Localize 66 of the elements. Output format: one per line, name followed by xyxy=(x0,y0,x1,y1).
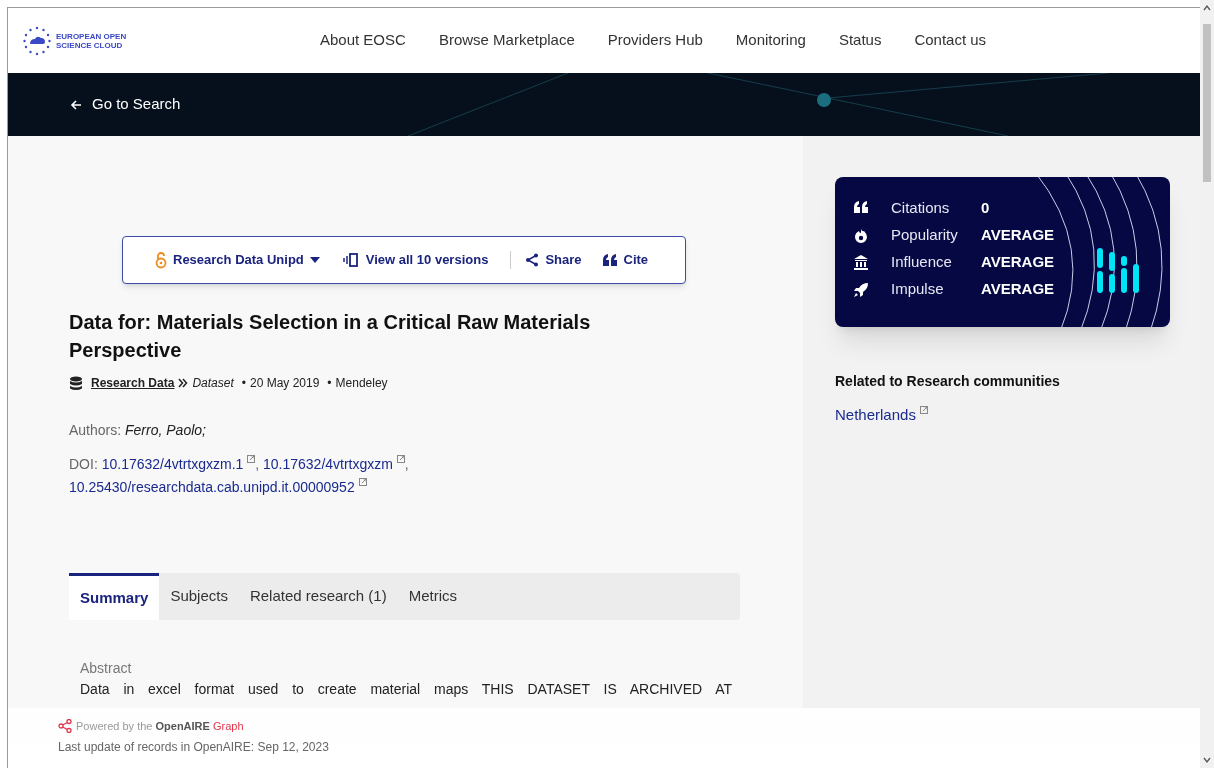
bank-icon xyxy=(853,255,869,270)
tab[interactable]: Related research (1) xyxy=(238,573,398,620)
doi-link[interactable]: 10.17632/4vtrtxgxzm.1 xyxy=(101,456,256,472)
powered-by-text: Powered by the OpenAIRE Graph xyxy=(76,719,244,734)
cite-button[interactable]: Cite xyxy=(601,250,649,270)
abstract-text: Data in excel format used to create material maps THIS DATASET IS ARCHIVED AT xyxy=(80,680,732,699)
open-access-lock-icon xyxy=(155,251,167,269)
logo-text: SCIENCE CLOUD xyxy=(56,40,124,50)
doi-link[interactable]: 10.25430/researchdata.cab.unipd.it.00000952 xyxy=(69,479,367,495)
bar-chart-logo-icon xyxy=(1097,248,1139,294)
metric-label: Impulse xyxy=(891,279,945,300)
caret-icon xyxy=(309,257,320,263)
scrollbar[interactable] xyxy=(1200,0,1214,768)
external-link-icon xyxy=(396,455,405,464)
nav-link[interactable]: Contact us xyxy=(914,29,987,52)
metric-label: Popularity xyxy=(891,225,959,246)
metric-label: Influence xyxy=(891,252,953,273)
tab[interactable]: Summary xyxy=(69,573,160,620)
community-link[interactable]: Netherlands xyxy=(835,404,1200,427)
metric-value: AVERAGE xyxy=(981,225,1055,246)
comma-text: , xyxy=(255,456,260,472)
logo-text: EUROPEAN OPEN xyxy=(56,31,127,41)
share-nodes-icon xyxy=(58,719,72,734)
type-link[interactable]: Research Data xyxy=(91,374,175,392)
versions-button[interactable]: View all 10 versions xyxy=(341,250,489,270)
eosc-logo-icon xyxy=(22,25,52,56)
nav-link[interactable]: Monitoring xyxy=(735,29,806,52)
external-link-icon xyxy=(920,406,929,414)
doi-link[interactable]: 10.17632/4vtrtxgxzm xyxy=(263,456,405,472)
subtype-text: Dataset xyxy=(192,375,234,392)
abstract-label: Abstract xyxy=(80,659,133,678)
publisher-text: Mendeley xyxy=(335,375,388,392)
communities-heading: Related to Research communities xyxy=(835,372,1061,391)
share-icon xyxy=(525,253,540,267)
scrollbar-thumb[interactable] xyxy=(1203,24,1211,182)
quote-icon xyxy=(853,201,869,216)
record-title: Data for: Materials Selection in a Critical Raw Materials Perspective xyxy=(69,310,592,363)
metric-value: 0 xyxy=(981,198,990,219)
comma-text: , xyxy=(404,456,409,472)
quote-icon xyxy=(601,254,618,266)
versions-icon xyxy=(341,253,360,267)
tab[interactable]: Subjects xyxy=(159,573,239,620)
back-arrow-icon xyxy=(70,98,82,111)
share-button[interactable]: Share xyxy=(525,250,582,270)
nav-link[interactable]: About EOSC xyxy=(320,29,406,52)
rocket-icon xyxy=(853,282,869,297)
bullet-dot: • xyxy=(241,375,246,392)
bullet-dot: • xyxy=(327,375,332,392)
tab[interactable]: Metrics xyxy=(397,573,468,620)
authors-text: Authors: Ferro, Paolo; xyxy=(69,421,207,440)
metric-label: Citations xyxy=(891,198,951,219)
doi-links: DOI: 10.17632/4vtrtxgxzm.1 , 10.17632/4vtrtxgxzm , 10.25430/researchdata.cab.unipd.it.00000952 xyxy=(69,454,410,497)
metric-value: AVERAGE xyxy=(981,252,1055,273)
metric-value: AVERAGE xyxy=(981,279,1055,300)
external-link-icon xyxy=(358,478,367,487)
last-update-text: Last update of records in OpenAIRE: Sep 12, 2023 xyxy=(58,738,330,756)
flame-icon xyxy=(853,228,869,243)
double-chevron-icon xyxy=(178,378,189,388)
nav-link[interactable]: Status xyxy=(838,29,882,52)
nav-link[interactable]: Providers Hub xyxy=(607,29,703,52)
external-link-icon xyxy=(247,455,256,464)
database-icon xyxy=(69,375,83,391)
back-link[interactable]: Go to Search xyxy=(70,93,181,116)
date-text: 20 May 2019 xyxy=(249,375,320,392)
nav-link[interactable]: Browse Marketplace xyxy=(438,29,575,52)
source-dropdown[interactable]: Research Data Unipd xyxy=(155,250,320,270)
